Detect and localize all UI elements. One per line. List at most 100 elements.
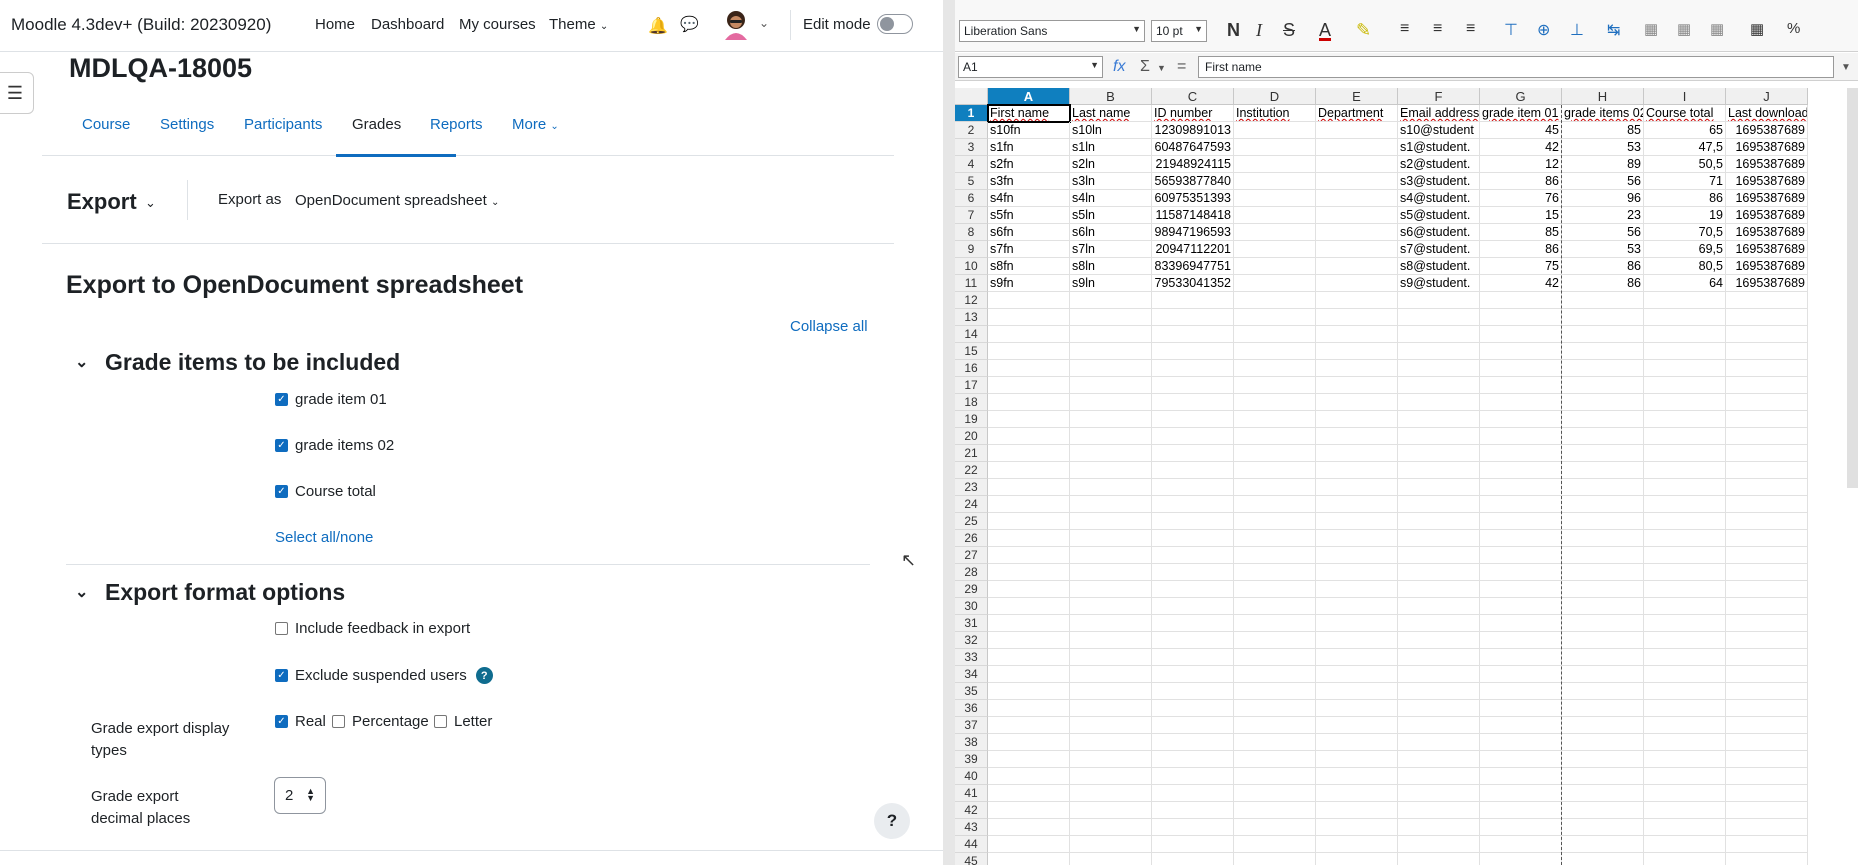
cell-f5[interactable]: s3@student. <box>1398 173 1480 190</box>
cell-f44[interactable] <box>1398 836 1480 853</box>
cell-e1[interactable]: Department <box>1316 105 1398 122</box>
help-button[interactable]: ? <box>874 803 910 839</box>
cell-i34[interactable] <box>1644 666 1726 683</box>
cell-b36[interactable] <box>1070 700 1152 717</box>
cell-i25[interactable] <box>1644 513 1726 530</box>
cell-e39[interactable] <box>1316 751 1398 768</box>
checkbox[interactable]: ✓ <box>275 439 288 452</box>
collapse-all-link[interactable]: Collapse all <box>790 318 868 335</box>
cell-d39[interactable] <box>1234 751 1316 768</box>
cell-g39[interactable] <box>1480 751 1562 768</box>
column-header-b[interactable]: B <box>1070 88 1152 105</box>
cell-j39[interactable] <box>1726 751 1808 768</box>
cell-f22[interactable] <box>1398 462 1480 479</box>
cell-g7[interactable]: 15 <box>1480 207 1562 224</box>
cell-f20[interactable] <box>1398 428 1480 445</box>
cell-c25[interactable] <box>1152 513 1234 530</box>
cell-e40[interactable] <box>1316 768 1398 785</box>
cell-i21[interactable] <box>1644 445 1726 462</box>
site-brand[interactable]: Moodle 4.3dev+ (Build: 20230920) <box>11 15 271 35</box>
cell-g3[interactable]: 42 <box>1480 139 1562 156</box>
cell-i4[interactable]: 50,5 <box>1644 156 1726 173</box>
row-header[interactable]: 18 <box>955 394 988 411</box>
cell-g16[interactable] <box>1480 360 1562 377</box>
cell-i43[interactable] <box>1644 819 1726 836</box>
row-header[interactable]: 43 <box>955 819 988 836</box>
cell-f10[interactable]: s8@student. <box>1398 258 1480 275</box>
cell-b20[interactable] <box>1070 428 1152 445</box>
cell-g31[interactable] <box>1480 615 1562 632</box>
cell-a21[interactable] <box>988 445 1070 462</box>
cell-i20[interactable] <box>1644 428 1726 445</box>
cell-c4[interactable]: 21948924115 <box>1152 156 1234 173</box>
cell-c45[interactable] <box>1152 853 1234 865</box>
cell-f1[interactable]: Email address <box>1398 105 1480 122</box>
cell-b14[interactable] <box>1070 326 1152 343</box>
cell-j43[interactable] <box>1726 819 1808 836</box>
cell-g27[interactable] <box>1480 547 1562 564</box>
cell-d22[interactable] <box>1234 462 1316 479</box>
cell-j24[interactable] <box>1726 496 1808 513</box>
cell-i9[interactable]: 69,5 <box>1644 241 1726 258</box>
row-header[interactable]: 26 <box>955 530 988 547</box>
cell-e12[interactable] <box>1316 292 1398 309</box>
cell-a14[interactable] <box>988 326 1070 343</box>
cell-e14[interactable] <box>1316 326 1398 343</box>
cell-d36[interactable] <box>1234 700 1316 717</box>
cell-c2[interactable]: 12309891013 <box>1152 122 1234 139</box>
cell-f11[interactable]: s9@student. <box>1398 275 1480 292</box>
cell-j3[interactable]: 1695387689 <box>1726 139 1808 156</box>
cell-d1[interactable]: Institution <box>1234 105 1316 122</box>
cell-e27[interactable] <box>1316 547 1398 564</box>
cell-j33[interactable] <box>1726 649 1808 666</box>
row-header[interactable]: 38 <box>955 734 988 751</box>
cell-j26[interactable] <box>1726 530 1808 547</box>
cell-c28[interactable] <box>1152 564 1234 581</box>
cell-i32[interactable] <box>1644 632 1726 649</box>
cell-a30[interactable] <box>988 598 1070 615</box>
align-left-icon[interactable]: ≡ <box>1400 20 1409 38</box>
cell-g34[interactable] <box>1480 666 1562 683</box>
column-header-e[interactable]: E <box>1316 88 1398 105</box>
cell-i42[interactable] <box>1644 802 1726 819</box>
cell-f35[interactable] <box>1398 683 1480 700</box>
cell-b32[interactable] <box>1070 632 1152 649</box>
cell-b34[interactable] <box>1070 666 1152 683</box>
cell-i17[interactable] <box>1644 377 1726 394</box>
cell-h44[interactable] <box>1562 836 1644 853</box>
cell-e35[interactable] <box>1316 683 1398 700</box>
cell-a23[interactable] <box>988 479 1070 496</box>
cell-h11[interactable]: 86 <box>1562 275 1644 292</box>
cell-a35[interactable] <box>988 683 1070 700</box>
row-header[interactable]: 27 <box>955 547 988 564</box>
cell-f34[interactable] <box>1398 666 1480 683</box>
row-header[interactable]: 3 <box>955 139 988 156</box>
cell-e42[interactable] <box>1316 802 1398 819</box>
cell-f41[interactable] <box>1398 785 1480 802</box>
cell-f28[interactable] <box>1398 564 1480 581</box>
cell-c15[interactable] <box>1152 343 1234 360</box>
cell-d18[interactable] <box>1234 394 1316 411</box>
cell-i3[interactable]: 47,5 <box>1644 139 1726 156</box>
sum-icon[interactable]: Σ <box>1140 58 1150 76</box>
cell-g2[interactable]: 45 <box>1480 122 1562 139</box>
cell-d26[interactable] <box>1234 530 1316 547</box>
cell-a29[interactable] <box>988 581 1070 598</box>
checkbox-exclude-suspended[interactable]: ✓ Exclude suspended users? <box>275 667 493 684</box>
cell-a2[interactable]: s10fn <box>988 122 1070 139</box>
cell-e32[interactable] <box>1316 632 1398 649</box>
cell-d35[interactable] <box>1234 683 1316 700</box>
cell-b16[interactable] <box>1070 360 1152 377</box>
cell-e29[interactable] <box>1316 581 1398 598</box>
cell-c24[interactable] <box>1152 496 1234 513</box>
cell-j10[interactable]: 1695387689 <box>1726 258 1808 275</box>
cell-i45[interactable] <box>1644 853 1726 865</box>
cell-h45[interactable] <box>1562 853 1644 865</box>
cell-g15[interactable] <box>1480 343 1562 360</box>
row-header[interactable]: 20 <box>955 428 988 445</box>
unmerge-icon[interactable]: ▦ <box>1710 20 1724 38</box>
cell-c37[interactable] <box>1152 717 1234 734</box>
cell-b40[interactable] <box>1070 768 1152 785</box>
cell-d14[interactable] <box>1234 326 1316 343</box>
cell-e26[interactable] <box>1316 530 1398 547</box>
